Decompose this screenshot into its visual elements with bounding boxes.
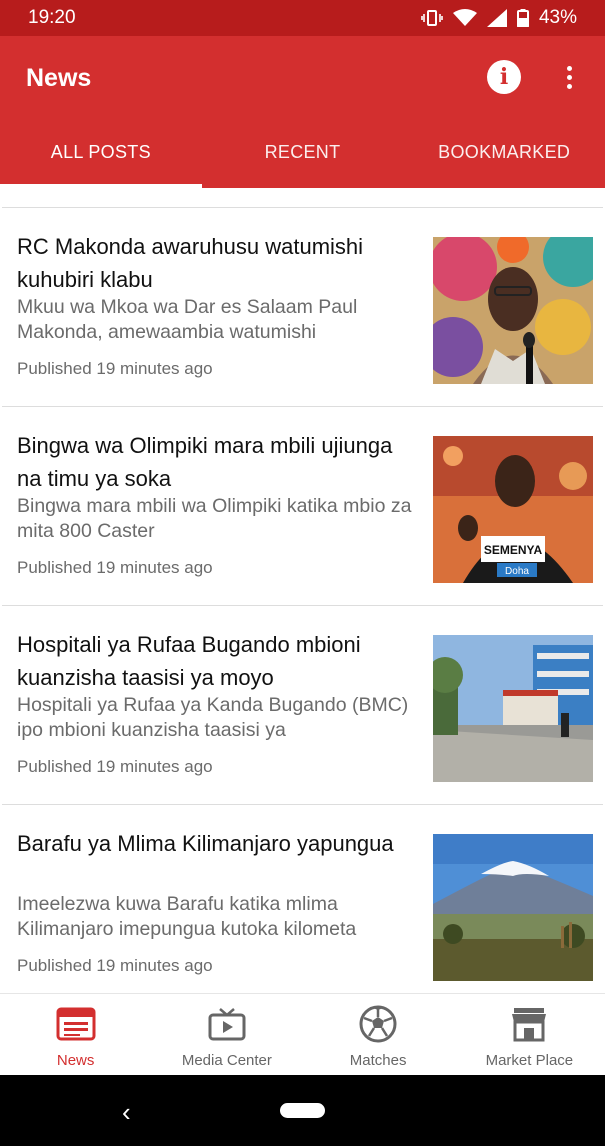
nav-news[interactable]: News [0, 994, 151, 1075]
nav-media-center-label: Media Center [181, 1052, 272, 1069]
post-thumbnail [433, 635, 593, 782]
nav-matches-label: Matches [349, 1052, 407, 1069]
post-timestamp: Published 19 minutes ago [17, 359, 213, 378]
post-title: RC Makonda awaruhusu watumishi kuhubiri … [17, 234, 364, 292]
post-summary: Bingwa mara mbili wa Olimpiki katika mbi… [17, 495, 412, 542]
newspaper-icon [56, 1006, 96, 1042]
tab-all-posts[interactable]: ALL POSTS [0, 116, 202, 188]
back-icon[interactable]: ‹ [122, 1097, 131, 1128]
list-item[interactable]: Barafu ya Mlima Kilimanjaro yapungua Ime… [2, 805, 603, 993]
list-item[interactable]: Bingwa wa Olimpiki mara mbili ujiunga na… [2, 407, 603, 606]
info-icon[interactable]: i [487, 60, 521, 94]
post-thumbnail: SEMENYA Doha [433, 436, 593, 583]
post-title: Barafu ya Mlima Kilimanjaro yapungua [17, 831, 394, 856]
bib-name: SEMENYA [484, 543, 543, 557]
post-summary: Imeelezwa kuwa Barafu katika mlima Kilim… [17, 893, 357, 940]
post-thumbnail [433, 834, 593, 981]
status-icons: 43% [421, 7, 577, 29]
list-item[interactable]: RC Makonda awaruhusu watumishi kuhubiri … [2, 208, 603, 407]
soccer-ball-icon [358, 1005, 398, 1043]
post-summary: Mkuu wa Mkoa wa Dar es Salaam Paul Makon… [17, 296, 358, 343]
tab-bookmarked[interactable]: BOOKMARKED [403, 116, 605, 188]
post-timestamp: Published 19 minutes ago [17, 757, 213, 776]
nav-media-center[interactable]: Media Center [151, 994, 302, 1075]
tab-recent[interactable]: RECENT [202, 116, 404, 188]
nav-news-label: News [56, 1052, 95, 1069]
system-nav-bar: ‹ [0, 1075, 605, 1146]
posts-list[interactable]: RC Makonda awaruhusu watumishi kuhubiri … [2, 207, 603, 993]
post-title: Bingwa wa Olimpiki mara mbili ujiunga na… [17, 433, 393, 491]
post-title: Hospitali ya Rufaa Bugando mbioni kuanzi… [17, 632, 361, 690]
post-timestamp: Published 19 minutes ago [17, 558, 213, 577]
bib-city: Doha [505, 566, 529, 577]
app-bar: News i ALL POSTS RECENT BOOKMARKED [0, 36, 605, 188]
home-pill-icon[interactable] [280, 1103, 325, 1118]
vibrate-icon [421, 10, 443, 26]
post-timestamp: Published 19 minutes ago [17, 956, 213, 975]
page-title: News [26, 64, 92, 92]
post-summary: Hospitali ya Rufaa ya Kanda Bugando (BMC… [17, 694, 409, 741]
status-bar: 19:20 43% [0, 0, 605, 36]
more-vert-icon[interactable] [552, 60, 586, 94]
battery-percent: 43% [538, 7, 577, 28]
list-item[interactable]: Hospitali ya Rufaa Bugando mbioni kuanzi… [2, 606, 603, 805]
battery-icon [516, 9, 529, 27]
storefront-icon [509, 1006, 549, 1042]
tv-play-icon [207, 1006, 247, 1042]
nav-matches[interactable]: Matches [303, 994, 454, 1075]
nav-market-place-label: Market Place [485, 1052, 574, 1069]
bottom-nav: News Media Center Matches Market Place [0, 993, 605, 1075]
wifi-icon [452, 9, 477, 26]
cell-signal-icon [486, 9, 507, 27]
post-thumbnail [433, 237, 593, 384]
nav-market-place[interactable]: Market Place [454, 994, 605, 1075]
tab-bar: ALL POSTS RECENT BOOKMARKED [0, 116, 605, 188]
status-time: 19:20 [28, 7, 76, 28]
